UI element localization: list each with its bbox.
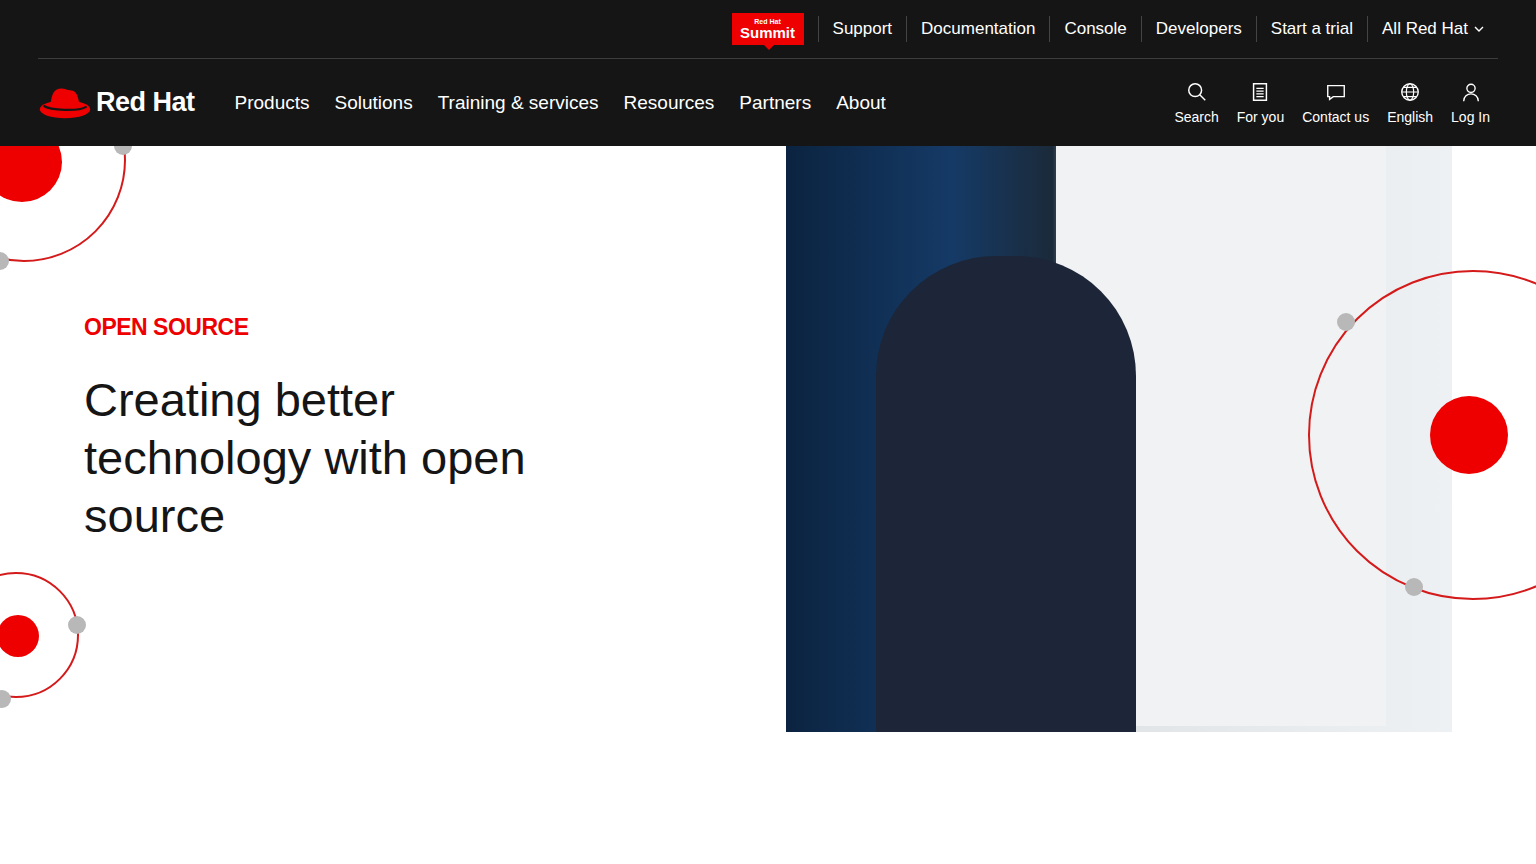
nav-item[interactable]: Products	[235, 92, 310, 114]
user-icon	[1460, 81, 1482, 103]
header-actions: Search For you Contact us English Log In	[1174, 81, 1490, 125]
badge-notch	[764, 45, 774, 50]
decor-grey-dot	[0, 690, 11, 708]
decor-grey-dot	[1337, 313, 1355, 331]
hero-text: OPEN SOURCE Creating better technology wi…	[84, 146, 786, 864]
utility-link[interactable]: All Red Hat	[1368, 19, 1498, 39]
utility-bar: Red HatSummit Support Documentation Conso…	[38, 0, 1498, 59]
decor-grey-dot	[1405, 578, 1423, 596]
utility-link[interactable]: Developers	[1142, 19, 1256, 39]
separator	[1049, 16, 1050, 42]
primary-nav: Products Solutions Training & services Reso…	[235, 92, 886, 114]
globe-icon	[1399, 81, 1421, 103]
nav-item[interactable]: Resources	[624, 92, 715, 114]
summit-badge[interactable]: Red HatSummit	[732, 13, 804, 45]
nav-item[interactable]: Partners	[739, 92, 811, 114]
eyebrow: OPEN SOURCE	[84, 314, 786, 341]
decor-red-dot	[0, 146, 62, 202]
hero-heading: Creating better technology with open sou…	[84, 371, 604, 545]
search-icon	[1186, 81, 1208, 103]
utility-link[interactable]: Start a trial	[1257, 19, 1367, 39]
separator	[906, 16, 907, 42]
utility-link[interactable]: Console	[1050, 19, 1140, 39]
action-button[interactable]: For you	[1237, 81, 1284, 125]
decor-grey-dot	[0, 252, 9, 270]
separator	[1141, 16, 1142, 42]
action-button[interactable]: Contact us	[1302, 81, 1369, 125]
main-nav: Red Hat Products Solutions Training & servi…	[0, 59, 1536, 146]
decor-red-dot	[0, 615, 39, 657]
action-button[interactable]: English	[1387, 81, 1433, 125]
site-header: Red HatSummit Support Documentation Conso…	[0, 0, 1536, 146]
hero: OPEN SOURCE Creating better technology wi…	[0, 146, 1536, 864]
person-silhouette	[876, 256, 1136, 732]
separator	[1256, 16, 1257, 42]
decor-grey-dot	[114, 146, 132, 155]
document-icon	[1249, 81, 1271, 103]
chevron-down-icon	[1474, 26, 1484, 32]
red-hat-logo-icon	[38, 83, 92, 123]
chat-icon	[1325, 81, 1347, 103]
page: Red HatSummit Support Documentation Conso…	[0, 0, 1536, 864]
action-button[interactable]: Search	[1174, 81, 1218, 125]
action-button[interactable]: Log In	[1451, 81, 1490, 125]
logo[interactable]: Red Hat	[38, 83, 195, 123]
decor-grey-dot	[68, 616, 86, 634]
nav-item[interactable]: About	[836, 92, 886, 114]
separator	[1367, 16, 1368, 42]
separator	[818, 16, 819, 42]
nav-item[interactable]: Training & services	[438, 92, 599, 114]
utility-link[interactable]: Support	[819, 19, 907, 39]
decor-red-dot	[1430, 396, 1508, 474]
hero-photo	[786, 146, 1452, 732]
utility-link[interactable]: Documentation	[907, 19, 1049, 39]
nav-item[interactable]: Solutions	[335, 92, 413, 114]
